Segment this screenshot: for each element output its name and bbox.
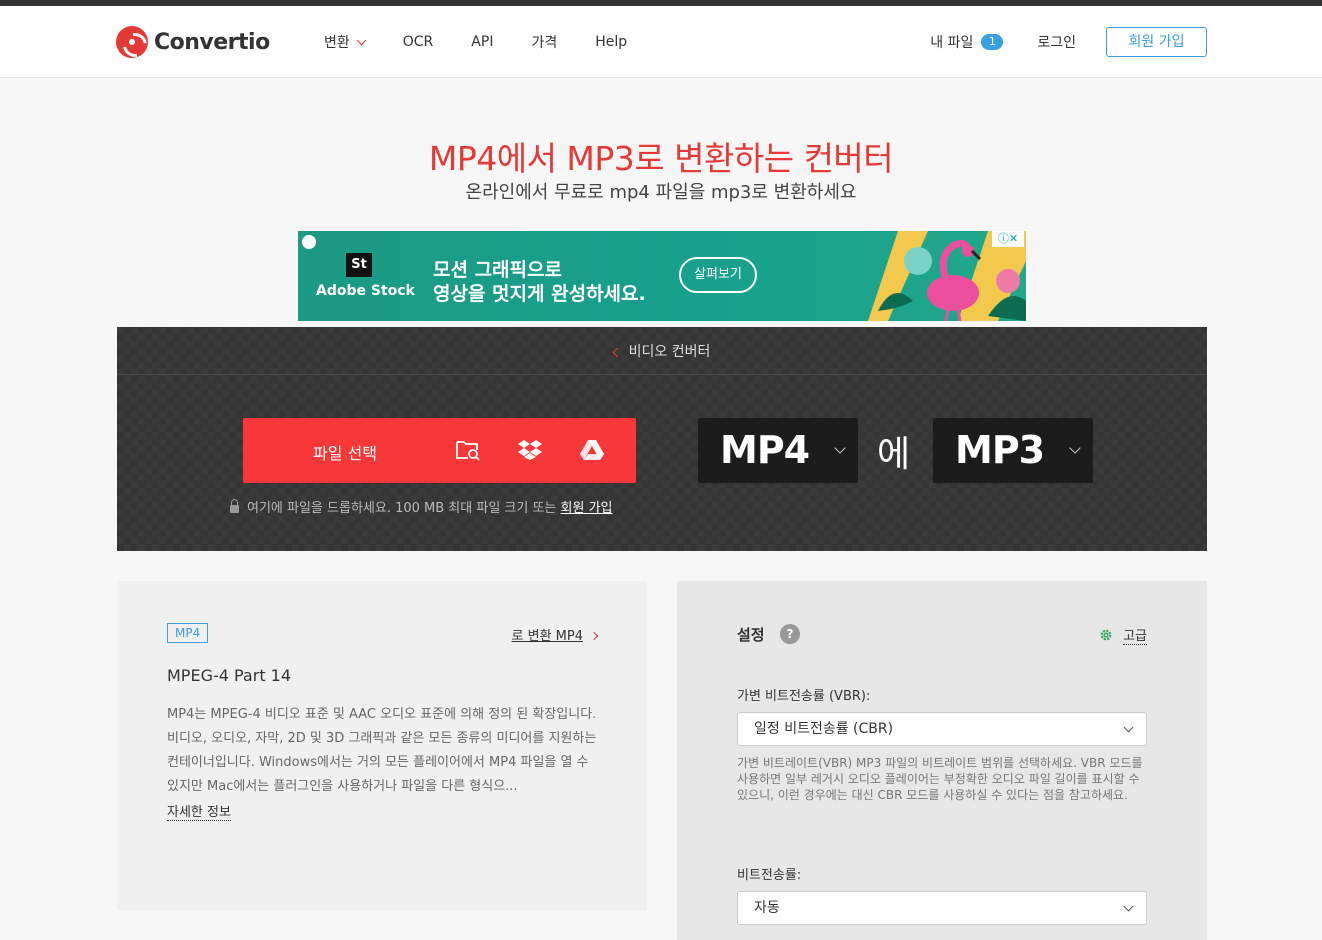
chevron-down-icon (1069, 442, 1081, 454)
format-description: MP4는 MPEG-4 비디오 표준 및 AAC 오디오 표준에 의해 정의 된… (167, 707, 597, 794)
my-files-label: 내 파일 (930, 35, 974, 51)
page-subtitle: 온라인에서 무료로 mp4 파일을 mp3로 변환하세요 (465, 182, 857, 203)
vbr-select-value: 일정 비트전송률 (CBR) (754, 721, 894, 737)
choose-files-label: 파일 선택 (313, 444, 377, 463)
signup-button[interactable]: 회원 가입 (1106, 27, 1207, 57)
ad-privacy-icon[interactable] (302, 235, 316, 249)
lock-icon (230, 498, 239, 513)
logo[interactable]: Convertio (116, 26, 270, 58)
drop-note-text: 여기에 파일을 드롭하세요. 100 MB 최대 파일 크기 또는 (247, 501, 557, 516)
to-label: 에 (877, 434, 911, 475)
ad-banner[interactable]: St Adobe Stock 모션 그래픽으로 영상을 멋지게 완성하세요. 살… (298, 231, 1026, 321)
page-title: MP4에서 MP3로 변환하는 컨버터 (428, 139, 894, 178)
settings-title: 설정 (737, 626, 765, 644)
chevron-down-icon (356, 35, 367, 46)
back-to-video-converter-link[interactable]: 비디오 컨버터 (117, 341, 1207, 361)
format-full-name: MPEG-4 Part 14 (167, 666, 292, 685)
convert-to-mp4-link[interactable]: 로 변환 MP4 (511, 625, 599, 644)
bitrate-select-value: 자동 (754, 900, 780, 916)
format-info-card: MP4 로 변환 MP4 MPEG-4 Part 14 MP4는 MPEG-4 … (117, 581, 647, 910)
nav-item-convert[interactable]: 변환 (324, 32, 367, 52)
choose-files-button[interactable]: 파일 선택 (243, 418, 636, 483)
nav-item-label: 가격 (531, 35, 558, 51)
ad-headline-1: 모션 그래픽으로 (433, 259, 562, 281)
ad-brand: Adobe Stock (316, 283, 415, 299)
nav-item-label: API (471, 34, 494, 50)
logo-text: Convertio (154, 29, 270, 55)
vbr-help-text: 가변 비트레이트(VBR) MP3 파일의 비트레이트 범위를 선택하세요. V… (737, 756, 1143, 802)
folder-search-icon[interactable] (455, 438, 481, 462)
nav-item-api[interactable]: API (471, 34, 493, 50)
bitrate-label: 비트전송률: (737, 868, 802, 883)
nav-item-label: 변환 (324, 35, 350, 51)
ad-cta-button[interactable]: 살펴보기 (679, 257, 757, 293)
chevron-left-icon (612, 347, 623, 358)
convert-link-label: 로 변환 MP4 (511, 629, 583, 644)
nav-item-help[interactable]: Help (595, 34, 627, 50)
chevron-down-icon (1123, 901, 1134, 912)
chevron-right-icon (589, 631, 599, 641)
login-link[interactable]: 로그인 (1037, 32, 1076, 52)
chevron-down-icon (1123, 722, 1134, 733)
nav-item-ocr[interactable]: OCR (403, 34, 434, 50)
vbr-label: 가변 비트전송률 (VBR): (737, 689, 871, 704)
help-icon[interactable]: ? (780, 624, 800, 644)
advanced-settings-link[interactable]: 고급 (1099, 625, 1147, 645)
more-info-link[interactable]: 자세한 정보 (167, 801, 231, 821)
advanced-label: 고급 (1123, 625, 1147, 645)
source-format-value: MP4 (720, 428, 810, 472)
target-format-select[interactable]: MP3 (933, 418, 1093, 483)
ad-close-icon[interactable]: ⓘ✕ (992, 231, 1024, 247)
format-tag: MP4 (167, 623, 209, 643)
drop-signup-link[interactable]: 회원 가입 (561, 501, 613, 516)
convertio-logo-icon (116, 26, 148, 58)
drop-note: 여기에 파일을 드롭하세요. 100 MB 최대 파일 크기 또는 회원 가입 (230, 497, 613, 516)
back-link-label: 비디오 컨버터 (628, 344, 711, 360)
nav-item-label: Help (595, 34, 628, 50)
my-files-link[interactable]: 내 파일 1 (930, 32, 1004, 52)
converter-header: 비디오 컨버터 (117, 327, 1207, 375)
source-format-select[interactable]: MP4 (698, 418, 858, 483)
main-nav: 변환 OCR API 가격 Help (324, 32, 665, 52)
adobe-stock-logo-icon: St (346, 253, 372, 277)
chevron-down-icon (834, 442, 846, 454)
settings-card: 설정 ? 고급 가변 비트전송률 (VBR): 일정 비트전송률 (CBR) 가… (677, 581, 1207, 940)
dropbox-icon[interactable] (517, 438, 543, 462)
target-format-value: MP3 (955, 428, 1045, 472)
bitrate-select[interactable]: 자동 (737, 891, 1147, 925)
gear-icon (1100, 629, 1112, 641)
header-actions: 내 파일 1 로그인 회원 가입 (930, 27, 1207, 57)
vbr-select[interactable]: 일정 비트전송률 (CBR) (737, 712, 1147, 746)
site-header: Convertio 변환 OCR API 가격 Help 내 파일 1 로그인 … (0, 6, 1322, 78)
nav-item-pricing[interactable]: 가격 (531, 32, 557, 52)
nav-item-label: OCR (402, 34, 434, 50)
ad-headline-2: 영상을 멋지게 완성하세요. (433, 283, 646, 305)
google-drive-icon[interactable] (579, 438, 605, 462)
converter-panel: 비디오 컨버터 파일 선택 여기에 파일을 드롭하세요. 100 MB 최대 파… (117, 327, 1207, 551)
file-count-badge: 1 (981, 34, 1004, 50)
